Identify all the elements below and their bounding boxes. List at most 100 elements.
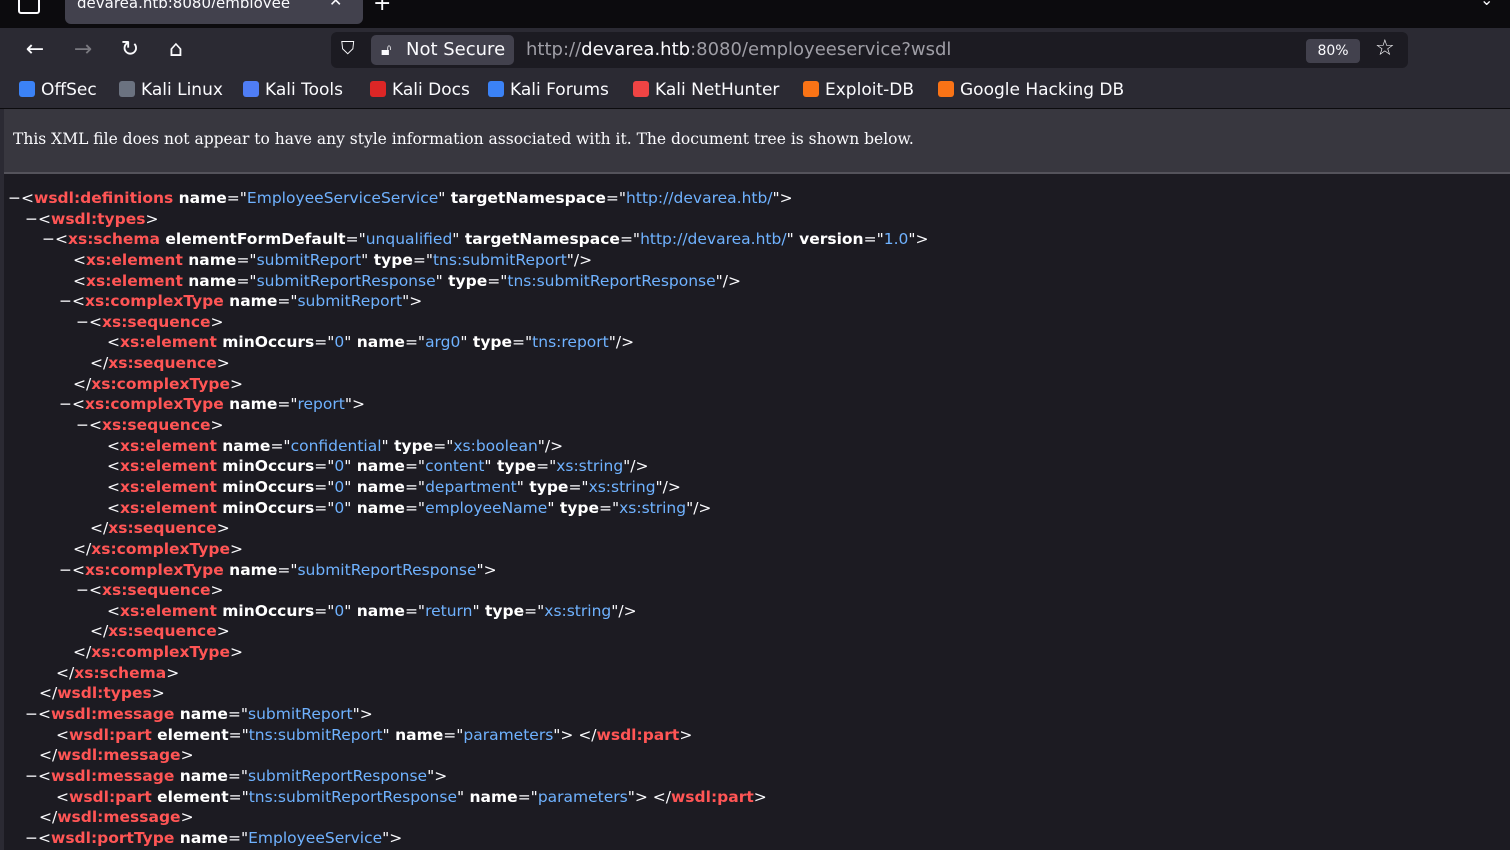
bookmark-label: Exploit-DB: [825, 80, 914, 100]
insecure-lock-icon: 🔓︎: [381, 40, 392, 59]
xml-line: <xs:element minOccurs="0" name="departme…: [4, 477, 1510, 498]
tracking-protection-shield-icon[interactable]: ⛉: [341, 38, 355, 59]
xml-tag-name: wsdl:types: [57, 684, 152, 703]
xml-attr-name: version: [793, 230, 864, 249]
xml-punctuation: >: [216, 622, 230, 641]
bookmark-label: Kali Linux: [141, 80, 223, 100]
xml-punctuation: ": [786, 230, 794, 249]
forward-icon[interactable]: →: [69, 37, 97, 63]
xml-punctuation: >: [180, 746, 194, 765]
xml-punctuation: =": [863, 230, 884, 249]
xml-tag-name: wsdl:types: [51, 209, 146, 228]
collapse-toggle-icon[interactable]: −: [59, 395, 72, 413]
xml-attr-name: name: [351, 498, 405, 517]
xml-attr-name: type: [388, 436, 434, 455]
xml-attr-value: xs:string: [544, 601, 612, 620]
home-icon[interactable]: ⌂: [162, 37, 190, 63]
xml-tag-name: wsdl:message: [51, 705, 175, 724]
bookmark-item[interactable]: Kali NetHunter: [633, 72, 779, 108]
collapse-toggle-icon[interactable]: −: [76, 581, 89, 599]
xml-punctuation: =": [227, 705, 249, 724]
xml-punctuation: =": [226, 189, 247, 207]
xml-punctuation: <: [89, 312, 102, 331]
xml-line: <xs:element minOccurs="0" name="arg0" ty…: [4, 332, 1510, 353]
xml-tag-name: xs:complexType: [85, 395, 224, 414]
collapse-toggle-icon[interactable]: −: [59, 561, 72, 579]
xml-tag-name: xs:element: [86, 271, 183, 290]
active-tab[interactable]: devarea.htb:8080/employee ✕: [65, 0, 363, 24]
xml-punctuation: =": [277, 395, 298, 414]
collapse-toggle-icon[interactable]: −: [25, 767, 38, 785]
collapse-toggle-icon[interactable]: −: [59, 292, 72, 310]
xml-attr-value: submitReportResponse: [256, 271, 436, 290]
collapse-toggle-icon[interactable]: −: [42, 230, 55, 248]
xml-attr-value: tns:submitReportResponse: [507, 271, 716, 290]
collapse-toggle-icon[interactable]: −: [25, 829, 38, 847]
xml-punctuation: =": [536, 457, 557, 476]
xml-punctuation: =": [270, 436, 291, 455]
xml-punctuation: <: [56, 787, 69, 806]
xml-punctuation: =": [404, 333, 426, 352]
new-tab-icon[interactable]: +: [373, 0, 391, 16]
xml-tag-name: wsdl:part: [596, 725, 680, 744]
tab-close-icon[interactable]: ✕: [329, 0, 342, 9]
xml-punctuation: </: [56, 663, 75, 682]
collapse-toggle-icon[interactable]: −: [25, 705, 38, 723]
xml-punctuation: <: [38, 705, 51, 724]
xml-attr-name: name: [174, 766, 228, 785]
collapse-toggle-icon[interactable]: −: [76, 313, 89, 331]
bookmark-item[interactable]: OffSec: [19, 72, 97, 108]
list-all-tabs-icon[interactable]: ⌄: [1480, 0, 1493, 9]
xml-attr-value: EmployeeService: [248, 828, 383, 847]
xml-attr-value: arg0: [425, 333, 461, 352]
collapse-toggle-icon[interactable]: −: [76, 416, 89, 434]
xml-line: −<wsdl:portType name="EmployeeService">: [4, 828, 1510, 849]
xml-punctuation: >: [210, 581, 224, 600]
xml-punctuation: "/>: [623, 457, 649, 476]
xml-tag-name: xs:sequence: [102, 312, 211, 331]
xml-punctuation: ">: [352, 705, 373, 724]
xml-tag-name: xs:sequence: [108, 519, 217, 538]
xml-line: <xs:element name="submitReport" type="tn…: [4, 250, 1510, 271]
bookmark-item[interactable]: Kali Forums: [488, 72, 609, 108]
xml-attr-value: http://devarea.htb/: [626, 189, 773, 207]
xml-tag-name: wsdl:part: [69, 787, 152, 806]
xml-punctuation: <: [89, 581, 102, 600]
xml-attr-value: xs:boolean: [453, 436, 538, 455]
xml-attr-name: type: [479, 601, 525, 620]
bookmark-item[interactable]: Exploit-DB: [803, 72, 914, 108]
bookmark-item[interactable]: Kali Docs: [370, 72, 470, 108]
xml-punctuation: >: [230, 643, 243, 662]
xml-punctuation: <: [107, 457, 120, 476]
xml-attr-value: unqualified: [365, 230, 453, 249]
xml-attr-name: name: [182, 250, 237, 269]
bookmark-item[interactable]: Kali Tools: [243, 72, 343, 108]
xml-attr-value: EmployeeServiceService: [246, 189, 439, 207]
xml-punctuation: </: [73, 539, 92, 558]
xml-line: <wsdl:part element="tns:submitReport" na…: [4, 725, 1510, 746]
zoom-level-button[interactable]: 80%: [1306, 39, 1360, 63]
xml-line: </xs:complexType>: [4, 642, 1510, 663]
xml-punctuation: =": [314, 601, 335, 620]
url-bar[interactable]: ⛉ 🔓︎ Not Secure http://devarea.htb:8080/…: [331, 32, 1408, 68]
bookmark-label: Kali Docs: [392, 80, 470, 100]
bookmark-star-icon[interactable]: ☆: [1375, 36, 1395, 61]
url-path: :8080/employeeservice?wsdl: [690, 39, 952, 60]
back-icon[interactable]: ←: [21, 37, 49, 63]
bookmark-item[interactable]: Google Hacking DB: [938, 72, 1124, 108]
xml-attr-value: 0: [334, 457, 345, 476]
collapse-toggle-icon[interactable]: −: [25, 210, 38, 228]
xml-punctuation: =": [314, 333, 335, 352]
bookmark-favicon-icon: [370, 81, 386, 97]
url-input[interactable]: http://devarea.htb:8080/employeeservice?…: [526, 32, 951, 68]
site-security-button[interactable]: 🔓︎ Not Secure: [371, 35, 514, 65]
xml-attr-value: tns:submitReportResponse: [248, 787, 457, 806]
collapse-toggle-icon[interactable]: −: [8, 189, 21, 207]
xml-punctuation: <: [107, 333, 120, 352]
bookmark-item[interactable]: Kali Linux: [119, 72, 223, 108]
xml-punctuation: >: [210, 312, 224, 331]
xml-tag-name: xs:schema: [68, 230, 160, 249]
tab-strip: devarea.htb:8080/employee ✕ + ⌄: [0, 0, 1510, 28]
reload-icon[interactable]: ↻: [116, 37, 144, 63]
tab-list-icon[interactable]: [18, 0, 40, 14]
